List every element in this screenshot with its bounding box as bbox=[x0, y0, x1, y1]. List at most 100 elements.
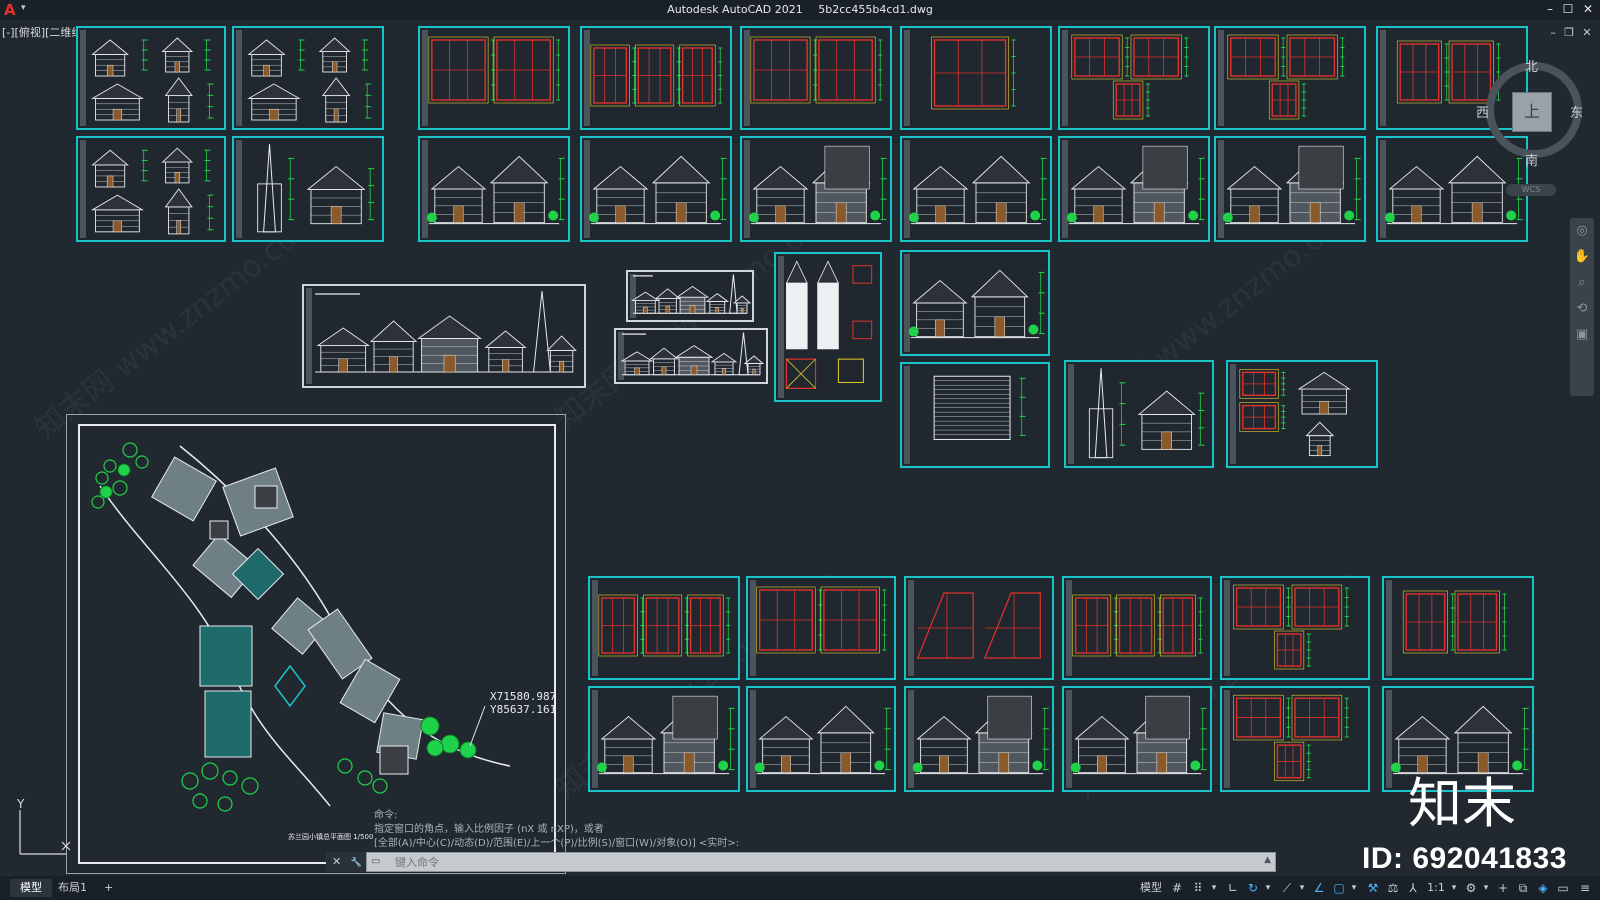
sheet-drawing bbox=[1224, 580, 1349, 676]
workspace-dropdown-icon[interactable]: ▾ bbox=[1480, 879, 1492, 897]
drawing-sheet-6[interactable] bbox=[580, 26, 732, 130]
drawing-sheet-20[interactable] bbox=[900, 250, 1050, 356]
pan-icon[interactable]: ✋ bbox=[1570, 244, 1594, 270]
auto-scale-icon[interactable]: ⚖ bbox=[1384, 879, 1402, 897]
units-icon[interactable]: ⧉ bbox=[1514, 879, 1532, 897]
zoom-extents-icon[interactable]: ⌕ bbox=[1570, 270, 1594, 296]
sheet-drawing bbox=[904, 30, 1016, 126]
clean-screen-icon[interactable]: ▭ bbox=[1554, 879, 1572, 897]
close-command-line-icon[interactable]: ✕ bbox=[332, 855, 341, 868]
command-history-line-3: [全部(A)/中心(C)/动态(D)/范围(E)/上一个(P)/比例(S)/窗口… bbox=[374, 838, 740, 849]
sheet-drawing bbox=[904, 366, 1026, 464]
drawing-sheet-31[interactable] bbox=[746, 686, 896, 792]
sheet-drawing bbox=[750, 580, 887, 676]
drawing-sheet-21[interactable] bbox=[900, 362, 1050, 468]
drawing-sheet-22[interactable] bbox=[1064, 360, 1214, 468]
drawing-sheet-26[interactable] bbox=[904, 576, 1054, 680]
drawing-sheet-29[interactable] bbox=[1382, 576, 1534, 680]
orbit-icon[interactable]: ⟲ bbox=[1570, 296, 1594, 322]
polar-tracking-icon[interactable]: ↻ bbox=[1244, 879, 1262, 897]
annotation-monitor-icon[interactable]: + bbox=[1494, 879, 1512, 897]
drawing-sheet-15[interactable] bbox=[900, 136, 1052, 242]
command-input[interactable] bbox=[395, 853, 1255, 871]
osnap-dropdown-icon[interactable]: ▾ bbox=[1348, 879, 1360, 897]
drawing-sheet-32[interactable] bbox=[904, 686, 1054, 792]
tab-model[interactable]: 模型 bbox=[10, 879, 52, 897]
doc-close-button[interactable]: ✕ bbox=[1580, 26, 1594, 40]
object-snap-icon[interactable]: ▢ bbox=[1330, 879, 1348, 897]
viewcube-south[interactable]: 南 bbox=[1525, 150, 1538, 169]
snap-dropdown-icon[interactable]: ▾ bbox=[1208, 879, 1220, 897]
drawing-sheet-7[interactable] bbox=[740, 26, 892, 130]
drawing-sheet-12[interactable] bbox=[418, 136, 570, 242]
close-button[interactable]: ✕ bbox=[1578, 1, 1598, 18]
minimize-button[interactable]: – bbox=[1540, 1, 1560, 18]
isometric-drafting-icon[interactable]: ⟋ bbox=[1278, 879, 1296, 897]
isometric-dropdown-icon[interactable]: ▾ bbox=[1296, 879, 1308, 897]
navigation-bar: ◎ ✋ ⌕ ⟲ ▣ bbox=[1570, 218, 1594, 396]
sheet-drawing bbox=[778, 256, 873, 398]
drawing-sheet-23[interactable] bbox=[1226, 360, 1378, 468]
streetscape-sheet-2[interactable] bbox=[626, 270, 754, 322]
site-plan-border bbox=[78, 424, 556, 864]
drawing-sheet-19[interactable] bbox=[774, 252, 882, 402]
drawing-sheet-9[interactable] bbox=[1058, 26, 1210, 130]
doc-restore-button[interactable]: ❐ bbox=[1562, 26, 1576, 40]
drawing-sheet-4[interactable] bbox=[232, 136, 384, 242]
drawing-sheet-24[interactable] bbox=[588, 576, 740, 680]
viewcube-east[interactable]: 东 bbox=[1570, 102, 1583, 121]
maximize-button[interactable]: ☐ bbox=[1558, 1, 1578, 18]
drawing-sheet-14[interactable] bbox=[740, 136, 892, 242]
polar-dropdown-icon[interactable]: ▾ bbox=[1262, 879, 1274, 897]
drawing-sheet-27[interactable] bbox=[1062, 576, 1212, 680]
drawing-sheet-8[interactable] bbox=[900, 26, 1052, 130]
autocad-window: A ▾ Autodesk AutoCAD 2021 5b2cc455b4cd1.… bbox=[0, 0, 1600, 900]
snap-mode-icon[interactable]: ⠿ bbox=[1188, 879, 1208, 897]
drawing-sheet-10[interactable] bbox=[1214, 26, 1366, 130]
drawing-sheet-16[interactable] bbox=[1058, 136, 1210, 242]
drawing-sheet-17[interactable] bbox=[1214, 136, 1366, 242]
tab-add-layout[interactable]: + bbox=[94, 879, 123, 897]
drawing-sheet-25[interactable] bbox=[746, 576, 896, 680]
drawing-sheet-5[interactable] bbox=[418, 26, 570, 130]
ucs-icon: Y bbox=[16, 798, 71, 855]
sheet-drawing bbox=[1230, 364, 1351, 464]
status-model-space[interactable]: 模型 bbox=[1136, 879, 1166, 897]
viewcube-west[interactable]: 西 bbox=[1476, 102, 1489, 121]
scale-dropdown-icon[interactable]: ▾ bbox=[1448, 879, 1460, 897]
doc-minimize-button[interactable]: – bbox=[1546, 26, 1560, 40]
wcs-menu[interactable]: WCS bbox=[1506, 184, 1556, 196]
sheet-drawing bbox=[1066, 580, 1203, 676]
object-snap-tracking-icon[interactable]: ∠ bbox=[1310, 879, 1328, 897]
command-history-toggle-icon[interactable]: ▲ bbox=[1264, 855, 1271, 865]
viewcube-top-face[interactable]: 上 bbox=[1512, 92, 1552, 132]
drawing-sheet-3[interactable] bbox=[76, 136, 226, 242]
drawing-sheet-30[interactable] bbox=[588, 686, 740, 792]
ortho-mode-icon[interactable]: ∟ bbox=[1224, 879, 1242, 897]
grid-display-icon[interactable]: # bbox=[1168, 879, 1186, 897]
annotation-scale-value[interactable]: 1:1 bbox=[1424, 879, 1448, 897]
drawing-sheet-13[interactable] bbox=[580, 136, 732, 242]
drawing-sheet-28[interactable] bbox=[1220, 576, 1370, 680]
drawing-sheet-1[interactable] bbox=[76, 26, 226, 130]
command-prompt-icon[interactable]: ▭ bbox=[371, 856, 380, 867]
customize-icon[interactable]: 🔧 bbox=[351, 858, 362, 868]
steering-wheel-icon[interactable]: ◎ bbox=[1570, 218, 1594, 244]
tab-layout1[interactable]: 布局1 bbox=[48, 879, 97, 897]
customization-menu-icon[interactable]: ≡ bbox=[1576, 879, 1594, 897]
sheet-drawing bbox=[1224, 690, 1349, 788]
drawing-sheet-34[interactable] bbox=[1220, 686, 1370, 792]
annotation-visibility-icon[interactable]: ⚒ bbox=[1364, 879, 1382, 897]
app-name: Autodesk AutoCAD 2021 bbox=[667, 3, 803, 16]
sheet-drawing bbox=[1218, 30, 1345, 126]
viewcube-north[interactable]: 北 bbox=[1525, 56, 1538, 75]
drawing-sheet-2[interactable] bbox=[232, 26, 384, 130]
annotation-scale-icon[interactable]: ⅄ bbox=[1404, 879, 1422, 897]
workspace-gear-icon[interactable]: ⚙ bbox=[1462, 879, 1480, 897]
showmotion-icon[interactable]: ▣ bbox=[1570, 322, 1594, 348]
streetscape-sheet-1[interactable] bbox=[302, 284, 586, 388]
isolate-objects-icon[interactable]: ◈ bbox=[1534, 879, 1552, 897]
streetscape-sheet-3[interactable] bbox=[614, 328, 768, 384]
sheet-drawing bbox=[904, 140, 1047, 238]
drawing-sheet-33[interactable] bbox=[1062, 686, 1212, 792]
